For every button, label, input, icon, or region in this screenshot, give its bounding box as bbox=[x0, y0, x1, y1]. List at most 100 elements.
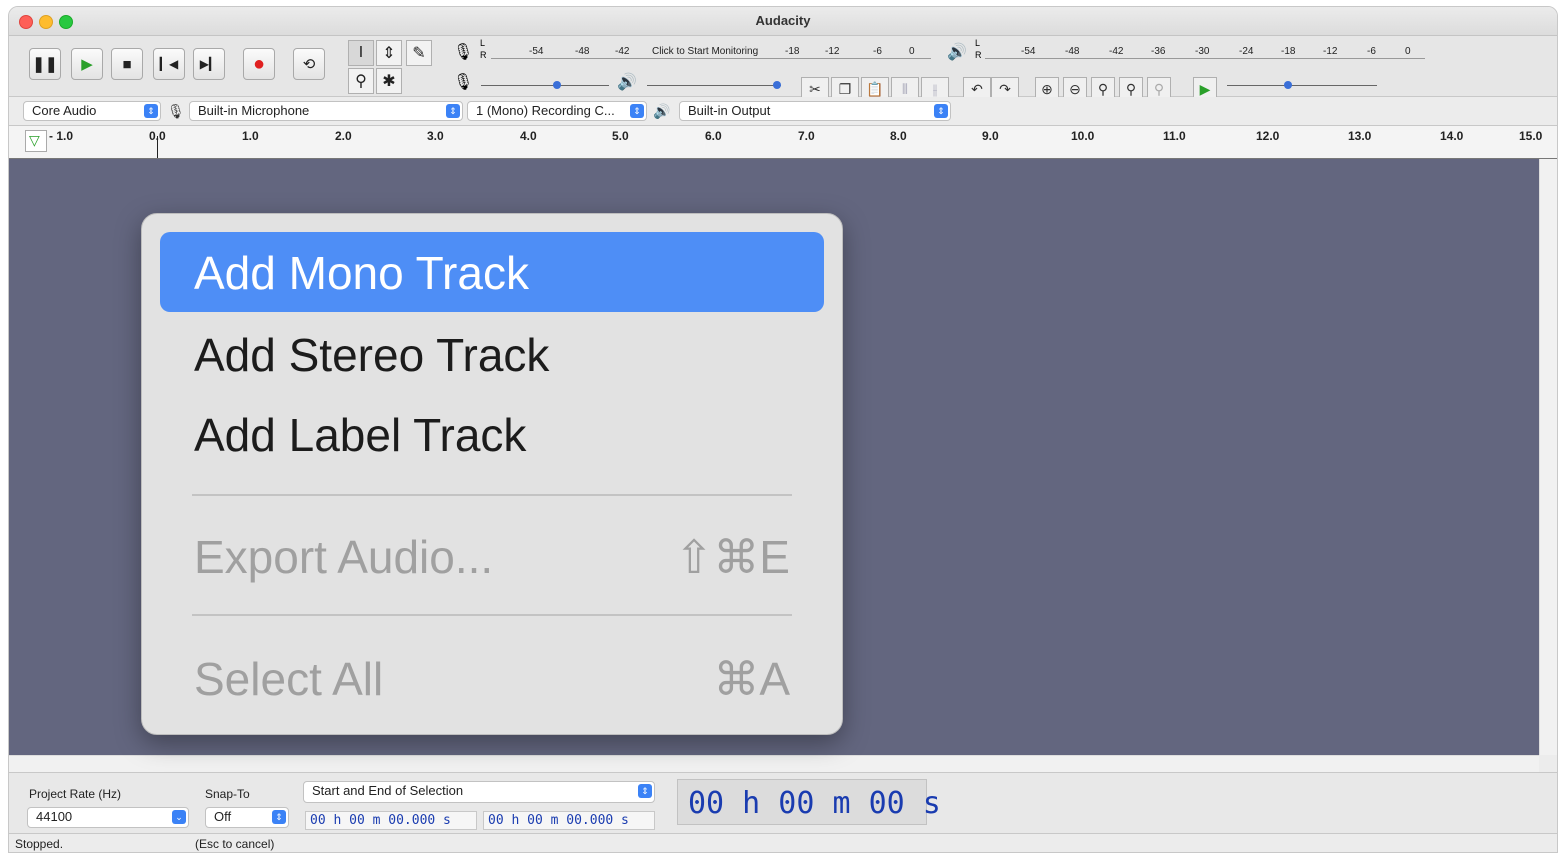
zoom-toggle-icon: ⚲ bbox=[1153, 80, 1165, 97]
meter-channel-r: R bbox=[975, 50, 982, 60]
output-device-select[interactable]: Built-in Output ⇕ bbox=[679, 101, 951, 121]
trim-audio-icon: ⫴ bbox=[902, 80, 908, 97]
ruler-zero-marker bbox=[157, 136, 158, 158]
menu-item-add-stereo-track[interactable]: Add Stereo Track bbox=[160, 314, 824, 394]
microphone-icon: 🎙 bbox=[167, 103, 185, 119]
i-beam-icon: I bbox=[358, 44, 364, 61]
play-button[interactable]: ▶ bbox=[71, 48, 103, 80]
envelope-tool[interactable]: ⇕ bbox=[376, 40, 402, 66]
recording-channels-select[interactable]: 1 (Mono) Recording C... ⇕ bbox=[467, 101, 647, 121]
recording-volume-slider[interactable] bbox=[481, 80, 609, 90]
zoom-out-icon: ⊖ bbox=[1069, 80, 1081, 97]
project-rate-label: Project Rate (Hz) bbox=[29, 787, 122, 801]
record-button[interactable]: ● bbox=[243, 48, 275, 80]
chevron-down-icon: ⌄ bbox=[172, 810, 186, 824]
horizontal-scrollbar[interactable] bbox=[9, 755, 1539, 772]
snap-to-label: Snap-To bbox=[205, 787, 250, 801]
play-icon: ▶ bbox=[81, 56, 93, 73]
menu-item-add-mono-track[interactable]: Add Mono Track bbox=[160, 232, 824, 312]
fit-project-icon: ⚲ bbox=[1125, 80, 1137, 97]
recording-channels-value: 1 (Mono) Recording C... bbox=[476, 103, 615, 118]
meter-channel-l: L bbox=[480, 38, 486, 48]
input-device-value: Built-in Microphone bbox=[198, 103, 310, 118]
vertical-scrollbar[interactable] bbox=[1539, 159, 1557, 755]
menu-separator bbox=[192, 494, 792, 496]
selection-tool[interactable]: I bbox=[348, 40, 374, 66]
selection-mode-select[interactable]: Start and End of Selection ⇕ bbox=[303, 781, 655, 803]
playback-meter[interactable]: -54 -48 -42 -36 -30 -24 -18 -12 -6 0 bbox=[985, 44, 1425, 60]
redo-icon: ↷ bbox=[999, 80, 1011, 97]
envelope-icon: ⇕ bbox=[382, 45, 396, 62]
menu-item-shortcut: ⌘A bbox=[713, 653, 790, 705]
selection-start-time[interactable]: 00 h 00 m 00.000 s bbox=[305, 811, 477, 830]
stop-button[interactable]: ■ bbox=[111, 48, 143, 80]
input-device-select[interactable]: Built-in Microphone ⇕ bbox=[189, 101, 463, 121]
draw-tool[interactable]: ✎ bbox=[406, 40, 432, 66]
ruler-tick: 8.0 bbox=[890, 129, 907, 143]
playback-meter-tick: -48 bbox=[1065, 46, 1080, 57]
skip-to-end-button[interactable]: ▶▎ bbox=[193, 48, 225, 80]
selection-end-time[interactable]: 00 h 00 m 00.000 s bbox=[483, 811, 655, 830]
ruler-tick: 11.0 bbox=[1163, 129, 1186, 143]
ruler-tick: - 1.0 bbox=[49, 129, 74, 143]
pause-button[interactable]: ❚❚ bbox=[29, 48, 61, 80]
menu-item-label: Add Mono Track bbox=[194, 247, 529, 299]
ruler-tick: 13.0 bbox=[1348, 129, 1372, 143]
record-meter-mic-icon[interactable]: 🎙 bbox=[453, 42, 473, 62]
magnifier-icon: ⚲ bbox=[355, 73, 367, 90]
status-bar: Stopped. (Esc to cancel) bbox=[9, 833, 1557, 852]
play-icon: ▶ bbox=[1199, 80, 1211, 97]
triangle-down-icon: ▽ bbox=[29, 132, 40, 148]
playback-meter-tick: 0 bbox=[1405, 46, 1411, 57]
skip-to-start-button[interactable]: ▎◀ bbox=[153, 48, 185, 80]
menu-item-export-audio: Export Audio... ⇧⌘E bbox=[160, 516, 824, 596]
ruler-tick: 4.0 bbox=[520, 129, 537, 143]
main-toolbar: ❚❚ ▶ ■ ▎◀ ▶▎ ● ⟲ I ⇕ ✎ ⚲ ✱ 🎙 L R -54 -48… bbox=[9, 36, 1557, 101]
audio-host-select[interactable]: Core Audio ⇕ bbox=[23, 101, 161, 121]
loop-button[interactable]: ⟲ bbox=[293, 48, 325, 80]
playback-volume-slider[interactable] bbox=[647, 80, 781, 90]
record-meter[interactable]: -54 -48 -42 Click to Start Monitoring -1… bbox=[491, 44, 931, 60]
playback-meter-speaker-icon[interactable]: 🔊 bbox=[947, 42, 967, 62]
playback-volume-track bbox=[647, 85, 781, 86]
record-meter-tick: -6 bbox=[873, 46, 882, 57]
pencil-icon: ✎ bbox=[412, 45, 426, 62]
ruler-tick: 7.0 bbox=[798, 129, 815, 143]
audio-host-value: Core Audio bbox=[32, 103, 97, 118]
device-toolbar: Core Audio ⇕ 🎙 Built-in Microphone ⇕ 1 (… bbox=[9, 97, 1557, 126]
ruler-tick: 5.0 bbox=[612, 129, 629, 143]
menu-item-add-label-track[interactable]: Add Label Track bbox=[160, 394, 824, 474]
audacity-window: Audacity ❚❚ ▶ ■ ▎◀ ▶▎ ● ⟲ I ⇕ ✎ ⚲ ✱ 🎙 L … bbox=[8, 6, 1558, 853]
clipboard-icon: 📋 bbox=[866, 80, 884, 97]
play-speed-slider[interactable] bbox=[1227, 80, 1377, 90]
project-rate-select[interactable]: 44100 ⌄ bbox=[27, 807, 189, 828]
meter-channel-l: L bbox=[975, 38, 981, 48]
silence-audio-icon: ⫲ bbox=[932, 80, 938, 97]
ruler-tick: 1.0 bbox=[242, 129, 259, 143]
ruler-tick: 12.0 bbox=[1256, 129, 1280, 143]
fit-selection-icon: ⚲ bbox=[1097, 80, 1109, 97]
status-text: Stopped. bbox=[15, 837, 64, 851]
chevron-updown-icon: ⇕ bbox=[638, 784, 652, 798]
playback-meter-tick: -18 bbox=[1281, 46, 1296, 57]
audio-position-display[interactable]: 00 h 00 m 00 s bbox=[677, 779, 941, 825]
zoom-tool[interactable]: ⚲ bbox=[348, 68, 374, 94]
play-speed-knob[interactable] bbox=[1284, 81, 1292, 89]
output-device-value: Built-in Output bbox=[688, 103, 771, 118]
recording-volume-knob[interactable] bbox=[553, 81, 561, 89]
record-meter-tick: -54 bbox=[529, 46, 544, 57]
menu-item-label: Select All bbox=[194, 653, 384, 705]
timeline-ruler[interactable]: ▽ - 1.0 0.0 1.0 2.0 3.0 4.0 5.0 6.0 7.0 … bbox=[9, 126, 1557, 159]
play-head-toggle[interactable]: ▽ bbox=[25, 130, 47, 152]
playback-meter-tick: -36 bbox=[1151, 46, 1166, 57]
snap-to-select[interactable]: Off ⇕ bbox=[205, 807, 289, 828]
playback-meter-track bbox=[985, 58, 1425, 59]
stop-icon: ■ bbox=[122, 55, 132, 73]
playback-volume-knob[interactable] bbox=[773, 81, 781, 89]
multi-tool[interactable]: ✱ bbox=[376, 68, 402, 94]
menu-item-label: Add Stereo Track bbox=[194, 329, 550, 381]
playback-meter-tick: -24 bbox=[1239, 46, 1254, 57]
record-meter-tick: -12 bbox=[825, 46, 840, 57]
click-to-start-monitoring[interactable]: Click to Start Monitoring bbox=[649, 46, 762, 57]
skip-end-icon: ▶▎ bbox=[199, 57, 219, 71]
